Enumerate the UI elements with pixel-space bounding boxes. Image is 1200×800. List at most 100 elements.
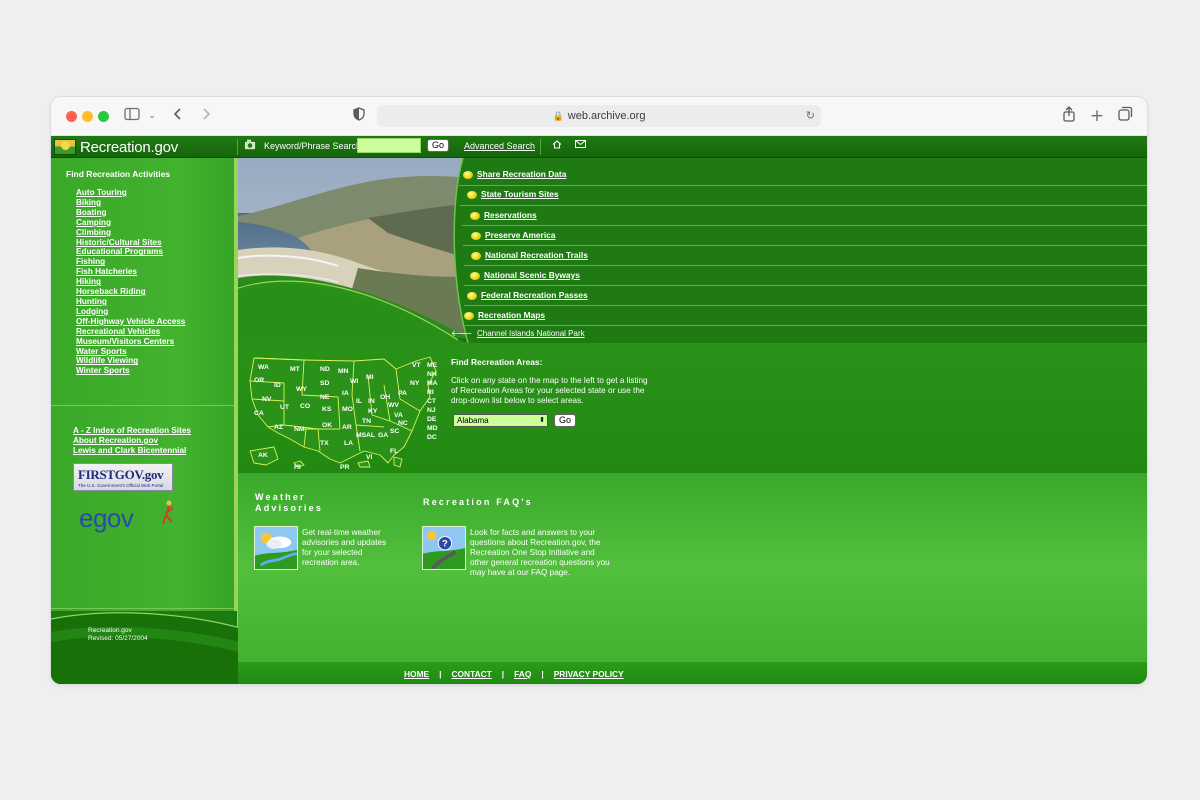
mail-icon[interactable] bbox=[575, 140, 586, 151]
site-logo[interactable]: Recreation.gov bbox=[54, 137, 178, 157]
activity-link[interactable]: Wildlife Viewing bbox=[76, 356, 185, 366]
state-go-button[interactable]: Go bbox=[554, 414, 577, 427]
map-state-label[interactable]: MO bbox=[342, 406, 353, 413]
home-icon[interactable] bbox=[552, 140, 562, 152]
map-state-label[interactable]: CA bbox=[254, 410, 264, 417]
map-state-label[interactable]: NC bbox=[398, 420, 408, 427]
map-state-label[interactable]: MA bbox=[427, 380, 438, 387]
map-state-label[interactable]: SD bbox=[320, 380, 330, 387]
photo-caption-link[interactable]: Channel Islands National Park bbox=[477, 329, 585, 338]
map-state-label[interactable]: SC bbox=[390, 428, 400, 435]
sidebar-toggle-icon[interactable] bbox=[124, 106, 140, 126]
map-state-label[interactable]: PA bbox=[398, 390, 407, 397]
map-state-label[interactable]: LA bbox=[344, 440, 353, 447]
activity-link[interactable]: Hunting bbox=[76, 297, 185, 307]
map-state-label[interactable]: FL bbox=[390, 448, 398, 455]
activity-link[interactable]: Off-Highway Vehicle Access bbox=[76, 317, 185, 327]
reservations-link[interactable]: Reservations bbox=[484, 210, 537, 220]
new-tab-icon[interactable]: + bbox=[1089, 106, 1105, 126]
share-data-link[interactable]: Share Recreation Data bbox=[477, 169, 566, 179]
map-state-label[interactable]: AL bbox=[366, 432, 375, 439]
map-state-label[interactable]: PR bbox=[340, 464, 350, 470]
state-dropdown[interactable]: Alabama ⬍ bbox=[453, 414, 548, 427]
faq-icon[interactable]: ? bbox=[422, 526, 466, 570]
preserve-america-link[interactable]: Preserve America bbox=[485, 230, 555, 240]
activity-link[interactable]: Horseback Riding bbox=[76, 287, 185, 297]
chevron-down-icon[interactable]: ⌄ bbox=[147, 106, 157, 126]
map-state-label[interactable]: OR bbox=[254, 377, 264, 384]
map-state-label[interactable]: MD bbox=[427, 425, 438, 432]
share-icon[interactable] bbox=[1061, 106, 1077, 126]
map-state-label[interactable]: TX bbox=[320, 440, 329, 447]
map-state-label[interactable]: TN bbox=[362, 418, 371, 425]
activity-link[interactable]: Camping bbox=[76, 218, 185, 228]
address-bar[interactable]: 🔒 web.archive.org ↻ bbox=[377, 105, 821, 127]
footer-contact-link[interactable]: CONTACT bbox=[451, 669, 491, 679]
activity-link[interactable]: Recreational Vehicles bbox=[76, 327, 185, 337]
activity-link[interactable]: Winter Sports bbox=[76, 366, 185, 376]
map-state-label[interactable]: AK bbox=[258, 452, 268, 459]
map-state-label[interactable]: NH bbox=[427, 371, 437, 378]
reload-icon[interactable]: ↻ bbox=[806, 105, 815, 127]
minimize-window-button[interactable] bbox=[82, 111, 93, 122]
activity-link[interactable]: Biking bbox=[76, 198, 185, 208]
map-state-label[interactable]: VT bbox=[412, 362, 422, 369]
forward-icon[interactable] bbox=[199, 106, 213, 126]
state-tourism-link[interactable]: State Tourism Sites bbox=[481, 189, 559, 199]
close-window-button[interactable] bbox=[66, 111, 77, 122]
map-state-label[interactable]: WY bbox=[296, 386, 307, 393]
tab-overview-icon[interactable] bbox=[1117, 106, 1133, 126]
map-state-label[interactable]: VA bbox=[394, 412, 403, 419]
map-state-label[interactable]: DE bbox=[427, 416, 437, 423]
map-state-label[interactable]: OH bbox=[380, 394, 390, 401]
map-state-label[interactable]: WV bbox=[388, 402, 399, 409]
recreation-passes-link[interactable]: Federal Recreation Passes bbox=[481, 290, 588, 300]
map-state-label[interactable]: IN bbox=[368, 398, 375, 405]
activity-link[interactable]: Lodging bbox=[76, 307, 185, 317]
activity-link[interactable]: Fishing bbox=[76, 257, 185, 267]
map-state-label[interactable]: ND bbox=[320, 366, 330, 373]
map-state-label[interactable]: WI bbox=[350, 378, 358, 385]
back-icon[interactable] bbox=[171, 106, 185, 126]
activity-link[interactable]: Water Sports bbox=[76, 347, 185, 357]
map-state-label[interactable]: WA bbox=[258, 364, 269, 371]
activity-link[interactable]: Hiking bbox=[76, 277, 185, 287]
us-states-map[interactable]: WA MT ND MN OR ID SD WI MI WY NE IA NV U… bbox=[244, 355, 440, 470]
firstgov-logo[interactable]: FIRSTGOV.gov The U.S. Government's Offic… bbox=[73, 463, 173, 491]
map-state-label[interactable]: MN bbox=[338, 368, 349, 375]
map-state-label[interactable]: NY bbox=[410, 380, 420, 387]
search-go-button[interactable]: Go bbox=[427, 139, 450, 152]
map-state-label[interactable]: MI bbox=[366, 374, 374, 381]
map-state-label[interactable]: ID bbox=[274, 382, 281, 389]
map-state-label[interactable]: ME bbox=[427, 362, 438, 369]
map-state-label[interactable]: NE bbox=[320, 394, 330, 401]
map-state-label[interactable]: CO bbox=[300, 403, 310, 410]
map-state-label[interactable]: IL bbox=[356, 398, 362, 405]
weather-icon[interactable] bbox=[254, 526, 298, 570]
activity-link[interactable]: Fish Hatcheries bbox=[76, 267, 185, 277]
map-state-label[interactable]: KY bbox=[368, 408, 378, 415]
footer-faq-link[interactable]: FAQ bbox=[514, 669, 531, 679]
map-state-label[interactable]: NJ bbox=[427, 407, 436, 414]
map-state-label[interactable]: OK bbox=[322, 422, 332, 429]
map-state-label[interactable]: MT bbox=[290, 366, 301, 373]
map-state-label[interactable]: UT bbox=[280, 404, 290, 411]
map-state-label[interactable]: IA bbox=[342, 390, 349, 397]
activity-link[interactable]: Educational Programs bbox=[76, 247, 185, 257]
activity-link[interactable]: Historic/Cultural Sites bbox=[76, 238, 185, 248]
map-state-label[interactable]: GA bbox=[378, 432, 388, 439]
recreation-maps-link[interactable]: Recreation Maps bbox=[478, 310, 545, 320]
map-state-label[interactable]: VI bbox=[366, 454, 373, 461]
activity-link[interactable]: Auto Touring bbox=[76, 188, 185, 198]
activity-link[interactable]: Climbing bbox=[76, 228, 185, 238]
activity-link[interactable]: Boating bbox=[76, 208, 185, 218]
advanced-search-link[interactable]: Advanced Search bbox=[464, 141, 535, 151]
footer-privacy-link[interactable]: PRIVACY POLICY bbox=[554, 669, 624, 679]
about-link[interactable]: About Recreation.gov bbox=[73, 436, 191, 446]
az-index-link[interactable]: A - Z Index of Recreation Sites bbox=[73, 426, 191, 436]
lewis-clark-link[interactable]: Lewis and Clark Bicentennial bbox=[73, 446, 191, 456]
scenic-byways-link[interactable]: National Scenic Byways bbox=[484, 270, 580, 280]
map-state-label[interactable]: HI bbox=[294, 464, 301, 470]
activity-link[interactable]: Museum/Visitors Centers bbox=[76, 337, 185, 347]
search-input[interactable] bbox=[357, 138, 421, 153]
